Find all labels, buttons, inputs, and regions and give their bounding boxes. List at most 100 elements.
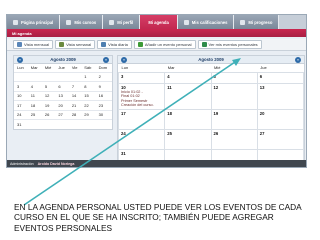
day-number: 12 [213,84,219,90]
month-day-cell[interactable]: 4 [164,71,212,84]
monthly-view-button[interactable]: Vista mensual [13,40,54,49]
daily-view-button[interactable]: Vista diaria [97,40,132,49]
tab-mi-progreso[interactable]: Mi progreso [234,15,280,29]
month-day-cell[interactable]: 11 [164,82,212,110]
view-personal-events-button[interactable]: Ver mis eventos personales [197,40,262,49]
mini-day-cell[interactable]: 20 [55,100,69,110]
mini-day-cell[interactable]: 17 [14,100,28,110]
month-day-cell[interactable]: 3 [117,71,166,84]
tab-mis-cursos[interactable]: Mis cursos [60,15,104,29]
next-month-icon[interactable]: » [103,57,109,63]
weekday-label: Jue [58,65,65,71]
mini-day-cell[interactable]: 5 [41,81,56,91]
mini-day-cell [41,71,56,82]
mini-day-cell[interactable]: 14 [68,90,82,101]
month-day-cell[interactable]: 19 [210,108,258,130]
mini-day-cell[interactable]: 29 [81,109,96,120]
mini-day-cell[interactable]: 23 [95,100,112,110]
month-day-cell[interactable]: 24 [117,128,166,150]
weekday-label: Mié [211,64,258,73]
mini-day-cell[interactable]: 11 [27,90,42,101]
mini-day-cell[interactable]: 28 [68,109,82,120]
mini-day-cell[interactable]: 16 [95,90,112,101]
progress-icon [240,19,246,25]
mini-day-cell[interactable]: 19 [41,100,56,110]
mini-day-cell[interactable]: 27 [55,109,69,120]
mini-day-cell[interactable]: 21 [68,100,82,110]
mini-day-cell[interactable]: 9 [95,81,112,91]
month-day-cell[interactable]: 12 [210,82,258,110]
month-day-cell[interactable]: 26 [210,128,258,150]
month-day-cell[interactable]: 27 [256,128,305,150]
section-title: Mi agenda [12,30,32,36]
month-day-cell[interactable]: 13 [256,82,305,110]
mini-week-row: 24 25 26 27 28 29 30 [14,109,112,120]
month-week-row: 3 4 5 6 [117,71,305,84]
button-label: Añadir un evento personal [144,42,192,47]
mini-day-cell [27,119,42,129]
day-number: 3 [121,73,124,79]
status-user[interactable]: Aroldo David Noriega [38,162,75,166]
month-week-row: 17 18 19 20 [117,108,305,130]
mini-day-cell[interactable]: 3 [14,81,28,91]
home-icon [13,19,18,25]
month-day-cell[interactable]: 25 [164,128,212,150]
mini-day-cell[interactable]: 24 [14,109,28,120]
mini-day-cell[interactable]: 18 [27,100,42,110]
month-day-cell[interactable]: 18 [164,108,212,130]
tab-mi-perfil[interactable]: Mi perfil [103,15,141,29]
button-label: Ver mis eventos personales [208,42,258,47]
mini-day-cell [68,119,82,129]
weekly-view-button[interactable]: Vista semanal [55,40,96,49]
month-day-cell[interactable]: 17 [117,108,166,130]
mini-day-cell[interactable]: 8 [81,81,96,91]
add-event-icon [137,42,143,47]
view-events-icon [201,42,207,47]
agenda-action-bar: Vista mensual Vista semanal Vista diaria… [7,39,306,51]
month-week-row: 24 25 26 27 [117,128,305,150]
mini-day-cell[interactable]: 30 [95,109,112,120]
mini-week-row: 10 11 12 13 14 15 16 [14,90,112,101]
mini-day-cell[interactable]: 6 [55,81,69,91]
tab-pagina-principal[interactable]: Página principal [7,15,61,29]
mini-day-cell[interactable]: 7 [68,81,82,91]
month-day-cell[interactable]: 5 [210,71,258,84]
mini-day-cell[interactable]: 13 [55,90,69,101]
event-text[interactable]: Creación del curso. [121,103,162,108]
mini-week-row: 31 [14,119,112,129]
mini-day-cell[interactable]: 26 [41,109,56,120]
mini-calendar-header: « Agosto 2009 » [14,56,112,64]
day-number: 27 [259,130,265,136]
weekday-label: Dom [98,65,108,71]
mini-day-cell[interactable]: 1 [81,71,96,82]
mini-day-cell[interactable]: 15 [81,90,96,101]
mini-day-cell[interactable]: 31 [14,119,28,129]
month-day-cell[interactable]: 10 Inicio 01:02 - Final 01:02 Primer Semest… [117,82,166,110]
weekday-label: Mar [30,65,38,71]
mini-day-cell[interactable]: 10 [14,90,28,101]
week-icon [59,42,65,47]
button-label: Vista mensual [24,42,50,47]
day-number: 19 [213,110,219,116]
tab-label: Mi agenda [148,19,169,25]
tab-mis-calificaciones[interactable]: Mis calificaciones [177,15,235,29]
mini-day-cell[interactable]: 2 [95,71,112,82]
add-personal-event-button[interactable]: Añadir un evento personal [133,40,196,49]
month-day-cell[interactable]: 20 [256,108,305,130]
mini-day-cell [81,119,96,129]
mini-day-cell[interactable]: 12 [41,90,56,101]
mini-day-cell[interactable]: 22 [81,100,96,110]
top-tab-bar: Página principal Mis cursos Mi perfil Mi… [7,15,306,31]
mini-day-cell[interactable]: 25 [27,109,42,120]
mini-day-cell [55,71,69,82]
mini-day-cell [27,71,42,82]
month-day-cell[interactable]: 6 [256,71,305,84]
day-number: 26 [213,130,219,136]
mini-calendar: « Agosto 2009 » Lun Mar Mié Jue Vie Sáb Dom 12… [13,55,113,130]
weekday-label: Vie [71,65,78,71]
tab-label: Mi progreso [248,19,273,25]
mini-day-cell [14,71,28,82]
next-month-icon[interactable]: » [295,57,301,63]
mini-day-cell[interactable]: 4 [27,81,42,91]
day-number: 18 [167,110,172,116]
